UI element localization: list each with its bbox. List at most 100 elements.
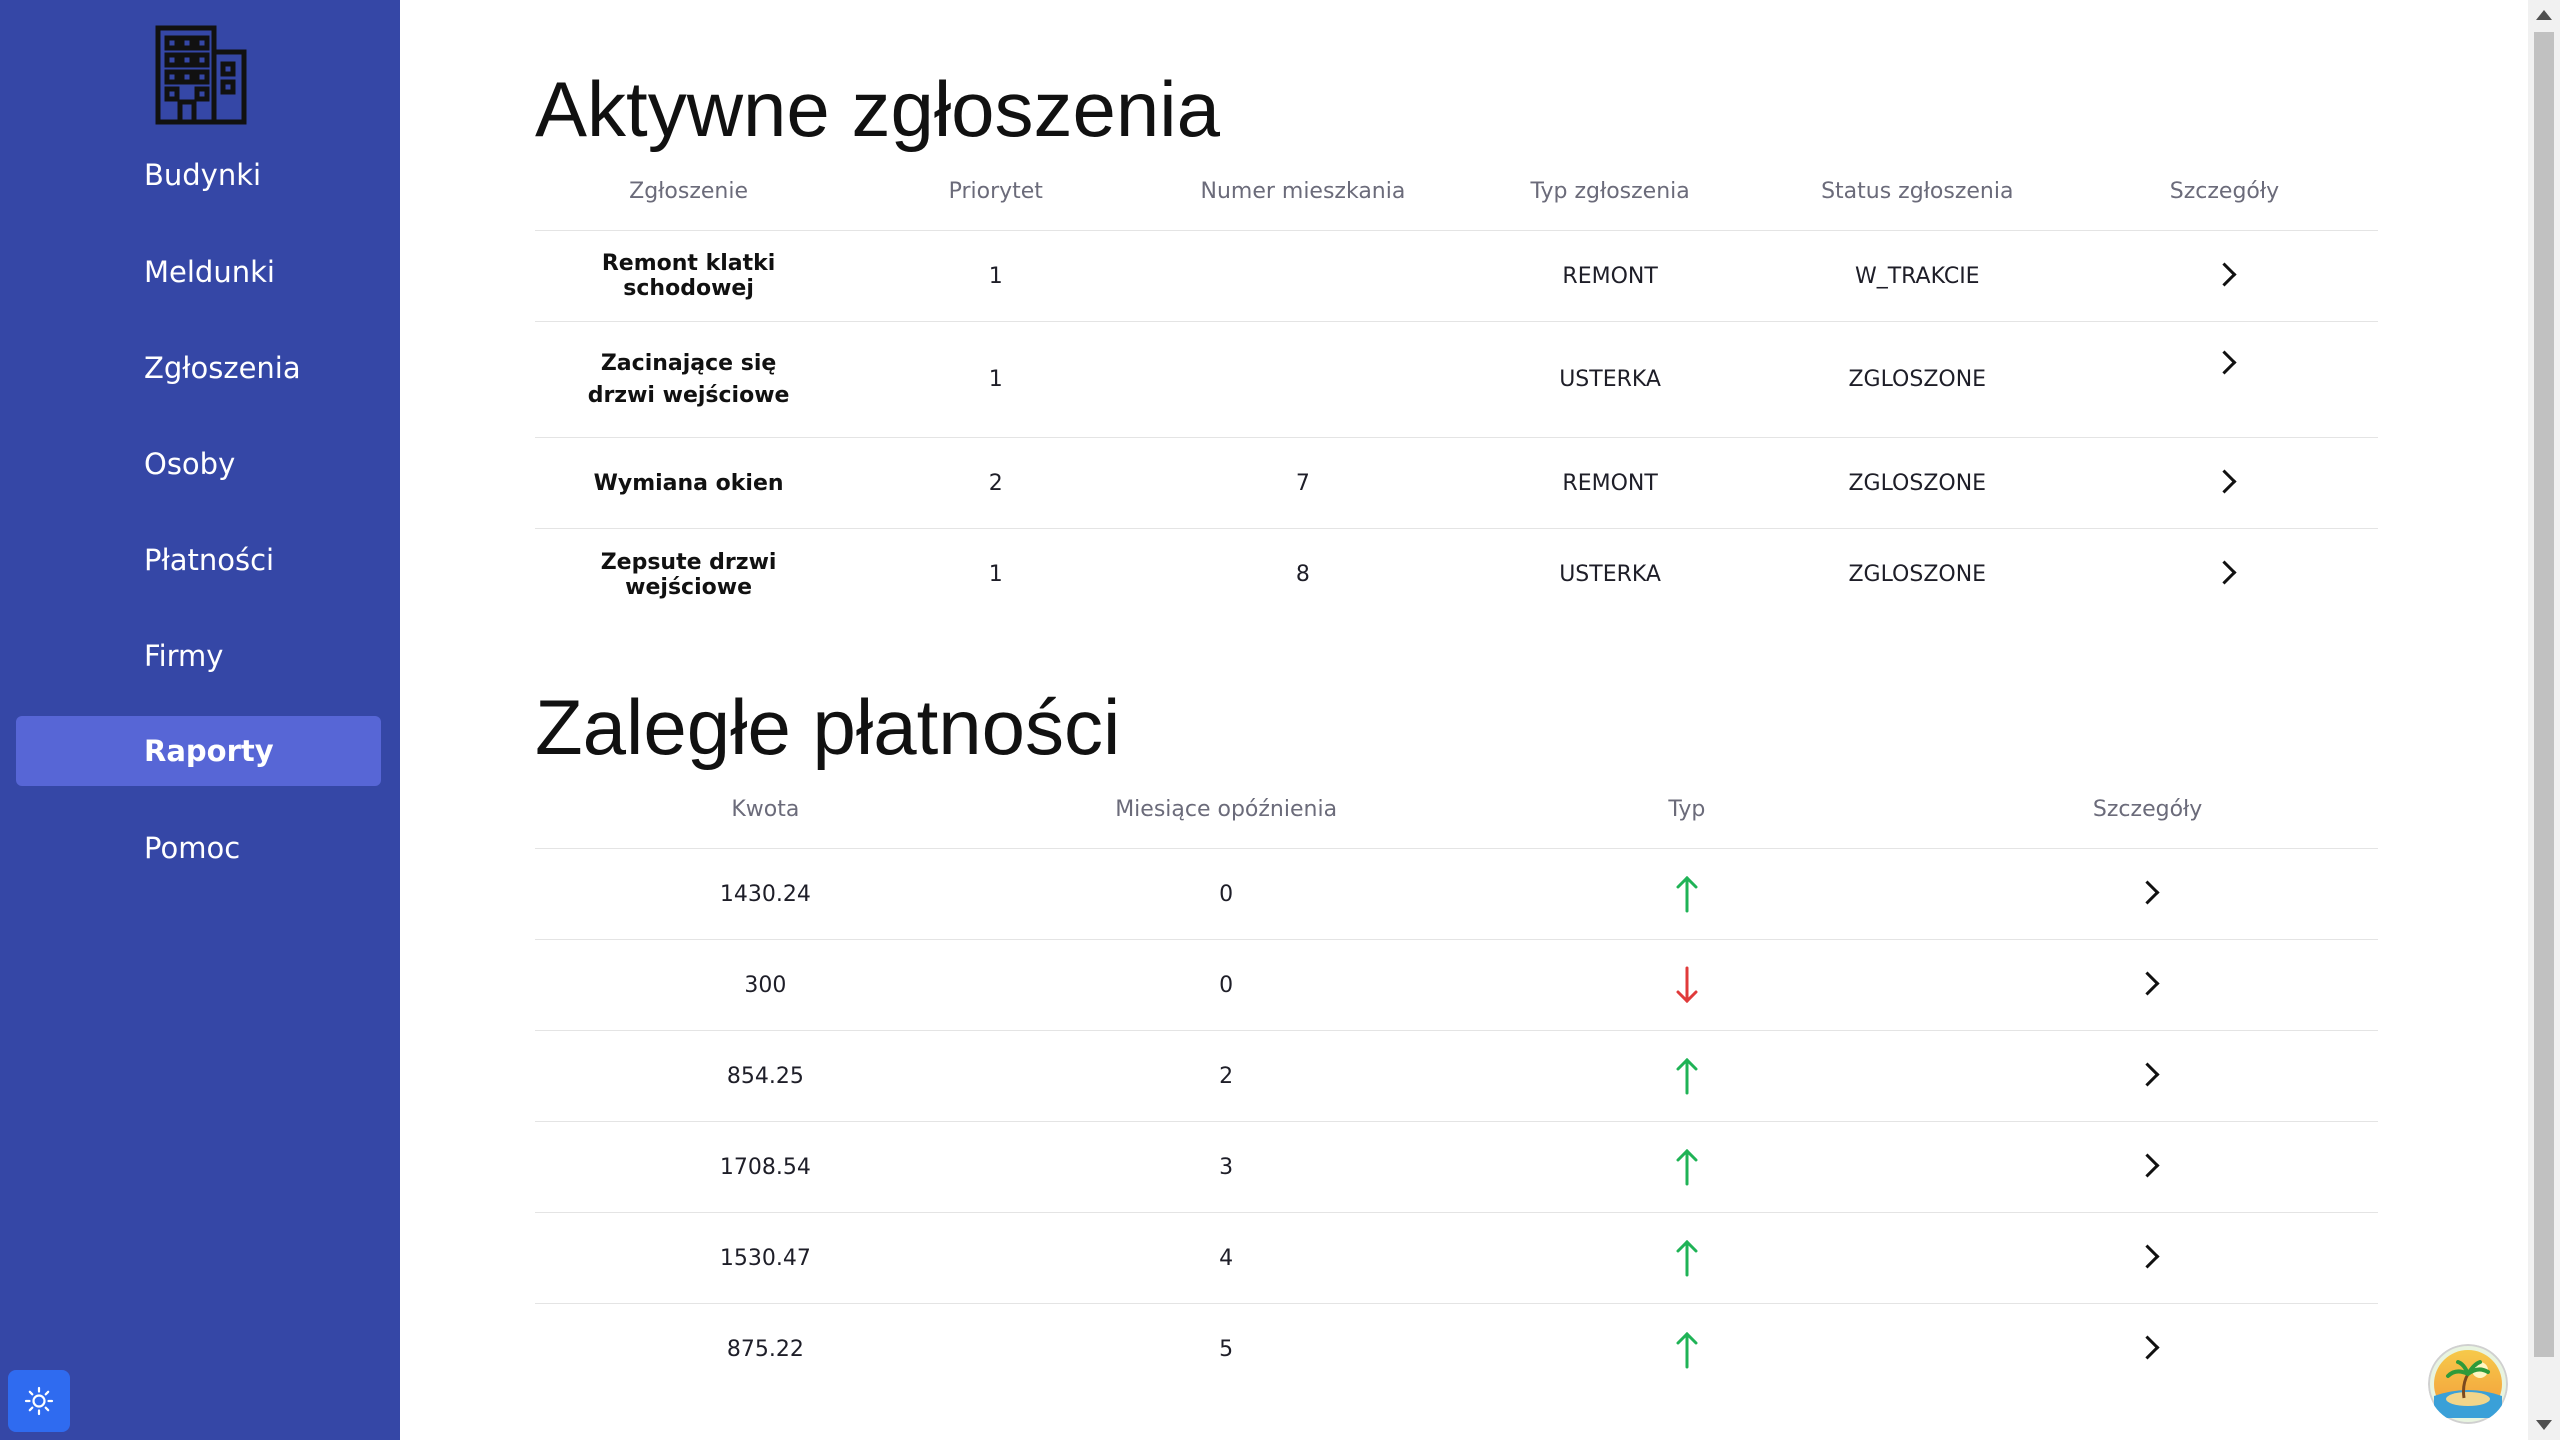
details-button[interactable] xyxy=(1917,1243,2378,1271)
payments-table: Kwota Miesiące opóźnienia Typ Szczegóły … xyxy=(535,771,2378,1395)
arrow-up-icon xyxy=(1457,1330,1918,1370)
island-avatar-icon[interactable] xyxy=(2428,1344,2508,1424)
requests-title: Aktywne zgłoszenia xyxy=(535,65,1221,153)
main-content: Aktywne zgłoszenia Zgłoszenie Priorytet … xyxy=(400,0,2528,1440)
column-header: Szczegóły xyxy=(2169,179,2280,204)
payment-amount: 1430.24 xyxy=(719,881,811,907)
chevron-right-icon xyxy=(2135,1061,2160,1087)
payment-months: 2 xyxy=(1219,1063,1234,1089)
requests-table: Zgłoszenie Priorytet Numer mieszkania Ty… xyxy=(535,153,2378,620)
details-button[interactable] xyxy=(1917,1335,2378,1362)
building-icon[interactable] xyxy=(150,22,250,127)
payments-header-row: Kwota Miesiące opóźnienia Typ Szczegóły xyxy=(535,771,2378,849)
table-row: 300 0 xyxy=(535,940,2378,1031)
sidebar-item-budynki[interactable]: Budynki xyxy=(16,140,381,210)
payment-amount: 1708.54 xyxy=(719,1154,811,1180)
column-header: Miesiące opóźnienia xyxy=(1115,797,1338,822)
payments-title: Zaległe płatności xyxy=(535,683,1121,771)
sidebar: Budynki Meldunki Zgłoszenia Osoby Płatno… xyxy=(0,0,400,1440)
payment-months: 4 xyxy=(1219,1245,1234,1271)
payment-months: 0 xyxy=(1219,972,1234,998)
request-type: USTERKA xyxy=(1559,562,1661,587)
chevron-right-icon xyxy=(2212,468,2237,494)
payment-months: 0 xyxy=(1219,881,1234,907)
sidebar-item-zgloszenia[interactable]: Zgłoszenia xyxy=(16,333,381,403)
sidebar-item-raporty[interactable]: Raporty xyxy=(16,716,381,786)
column-header: Numer mieszkania xyxy=(1200,179,1406,204)
sun-icon xyxy=(24,1386,54,1416)
table-row: Wymiana okien 2 7 REMONT ZGLOSZONE xyxy=(535,438,2378,529)
column-header: Priorytet xyxy=(948,179,1043,204)
request-type: REMONT xyxy=(1562,263,1658,289)
scroll-up-icon[interactable] xyxy=(2536,10,2552,20)
chevron-right-icon xyxy=(2135,879,2160,905)
chevron-right-icon xyxy=(2135,1152,2160,1178)
request-name: Wymiana okien xyxy=(593,470,784,496)
table-row: 854.25 2 xyxy=(535,1031,2378,1122)
request-status: ZGLOSZONE xyxy=(1848,562,1987,587)
column-header: Zgłoszenie xyxy=(629,179,749,204)
request-status: ZGLOSZONE xyxy=(1848,367,1987,392)
arrow-up-icon xyxy=(1457,1147,1918,1187)
details-button[interactable] xyxy=(2071,261,2378,289)
payment-months: 5 xyxy=(1219,1337,1234,1362)
table-row: 1430.24 0 xyxy=(535,849,2378,940)
arrow-up-icon xyxy=(1457,1056,1918,1096)
request-type: REMONT xyxy=(1562,470,1658,496)
details-button[interactable] xyxy=(2071,322,2378,377)
request-priority: 1 xyxy=(988,263,1003,289)
request-type: USTERKA xyxy=(1559,367,1661,392)
arrow-up-icon xyxy=(1457,874,1918,914)
request-apartment: 8 xyxy=(1295,562,1310,587)
payment-amount: 854.25 xyxy=(726,1063,804,1089)
chevron-right-icon xyxy=(2212,350,2237,375)
chevron-right-icon xyxy=(2212,560,2237,585)
arrow-up-icon xyxy=(1457,1238,1918,1278)
column-header: Status zgłoszenia xyxy=(1821,179,2014,204)
sidebar-item-pomoc[interactable]: Pomoc xyxy=(16,813,381,883)
request-priority: 1 xyxy=(988,562,1003,587)
details-button[interactable] xyxy=(2071,560,2378,587)
chevron-right-icon xyxy=(2135,1335,2160,1360)
chevron-right-icon xyxy=(2135,970,2160,996)
column-header: Typ zgłoszenia xyxy=(1530,179,1690,204)
requests-header-row: Zgłoszenie Priorytet Numer mieszkania Ty… xyxy=(535,153,2378,231)
details-button[interactable] xyxy=(2071,468,2378,496)
table-row: Remont klatki schodowej 1 REMONT W_TRAKC… xyxy=(535,231,2378,322)
column-header: Kwota xyxy=(731,797,800,822)
details-button[interactable] xyxy=(1917,970,2378,998)
payment-amount: 300 xyxy=(744,972,787,998)
column-header: Typ xyxy=(1668,797,1706,822)
vertical-scrollbar[interactable] xyxy=(2528,0,2560,1440)
request-name: Zepsute drzwi wejściowe xyxy=(600,549,777,600)
request-apartment: 7 xyxy=(1295,470,1310,496)
sidebar-item-platnosci[interactable]: Płatności xyxy=(16,525,381,595)
request-name: Zacinające się drzwi wejściowe xyxy=(587,350,790,408)
payment-amount: 1530.47 xyxy=(719,1245,811,1271)
table-row: 1708.54 3 xyxy=(535,1122,2378,1213)
table-row: Zacinające się drzwi wejściowe 1 USTERKA… xyxy=(535,322,2378,438)
sidebar-item-osoby[interactable]: Osoby xyxy=(16,429,381,499)
details-button[interactable] xyxy=(1917,1152,2378,1180)
table-row: 875.22 5 xyxy=(535,1304,2378,1395)
chevron-right-icon xyxy=(2135,1243,2160,1269)
payment-amount: 875.22 xyxy=(726,1337,804,1362)
column-header: Szczegóły xyxy=(2092,797,2203,822)
sidebar-item-firmy[interactable]: Firmy xyxy=(16,621,381,691)
details-button[interactable] xyxy=(1917,879,2378,907)
chevron-right-icon xyxy=(2212,261,2237,287)
table-row: 1530.47 4 xyxy=(535,1213,2378,1304)
request-priority: 1 xyxy=(988,367,1003,392)
request-name: Remont klatki schodowej xyxy=(601,251,776,301)
scroll-down-icon[interactable] xyxy=(2536,1420,2552,1430)
request-status: W_TRAKCIE xyxy=(1854,263,1980,289)
scrollbar-thumb[interactable] xyxy=(2534,32,2554,1357)
payment-months: 3 xyxy=(1219,1154,1234,1180)
arrow-down-icon xyxy=(1457,965,1918,1005)
details-button[interactable] xyxy=(1917,1061,2378,1089)
table-row: Zepsute drzwi wejściowe 1 8 USTERKA ZGLO… xyxy=(535,529,2378,620)
request-status: ZGLOSZONE xyxy=(1848,470,1987,496)
request-priority: 2 xyxy=(988,470,1003,496)
theme-toggle-button[interactable] xyxy=(8,1370,70,1432)
sidebar-item-meldunki[interactable]: Meldunki xyxy=(16,237,381,307)
